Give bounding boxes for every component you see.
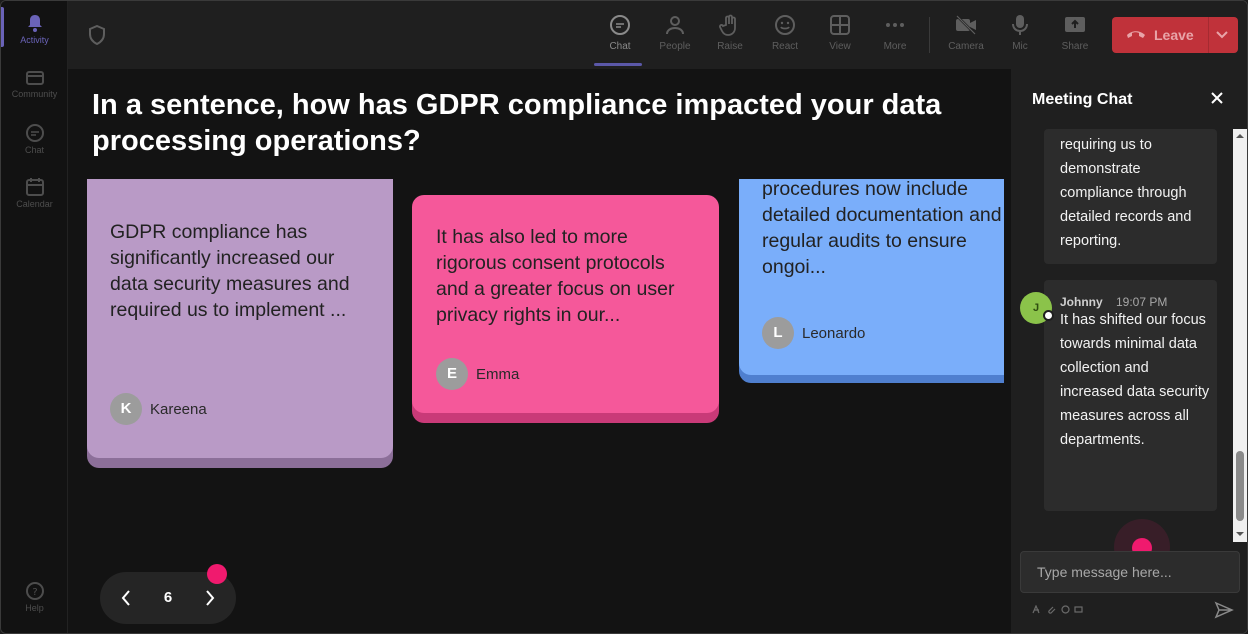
meeting-app: Activity Community Chat Calendar ? Help … [0,0,1248,634]
toolbar-chat-button[interactable]: Chat [594,13,642,66]
chat-title: Meeting Chat [1032,91,1133,108]
rail-item-activity[interactable]: Activity [1,7,68,47]
status-indicator [1043,310,1054,321]
community-icon [25,71,44,85]
scroll-down-icon[interactable] [1236,530,1244,538]
chat-icon [25,124,44,142]
chevron-down-icon[interactable] [1214,28,1230,42]
response-text: It has also led to more rigorous consent… [436,226,675,326]
toolbar-label: More [883,41,907,52]
rail-item-calendar[interactable]: Calendar [1,177,68,209]
left-rail: Activity Community Chat Calendar ? Help [1,1,68,633]
shield-icon[interactable] [88,25,106,45]
toolbar-label: Chat [609,41,631,52]
chevron-right-icon[interactable] [202,588,218,608]
rail-item-label: Help [25,603,44,613]
rail-item-label: Calendar [16,199,53,209]
toolbar-view-button[interactable]: View [818,13,862,52]
author-name: Emma [476,366,520,383]
rail-item-community[interactable]: Community [1,69,68,99]
chat-icon [610,15,630,35]
toolbar-mic-button[interactable]: Mic [998,13,1042,52]
bell-icon [27,15,42,32]
toolbar-label: React [771,41,799,52]
avatar: L [762,317,794,349]
leave-button[interactable]: Leave [1112,17,1238,53]
response-text: procedures now include detailed document… [762,179,1002,278]
rail-item-label: Activity [20,35,49,45]
toolbar-label: Mic [1012,41,1028,52]
scrollbar-thumb[interactable] [1236,451,1244,521]
question-title: In a sentence, how has GDPR compliance i… [92,89,942,157]
response-card[interactable]: It has also led to more rigorous consent… [412,195,719,413]
attach-icon[interactable] [1047,605,1056,614]
help-icon: ? [25,582,44,600]
toolbar-divider [929,17,930,53]
chat-message-input[interactable] [1020,551,1240,593]
cursor-indicator [207,564,227,584]
author-name: Kareena [150,401,207,418]
camera-off-icon [956,15,976,35]
chat-scrollbar[interactable] [1233,129,1247,542]
chevron-left-icon[interactable] [118,588,134,608]
hang-up-icon [1127,31,1145,38]
toolbar-label: Share [1061,41,1089,52]
rail-item-label: Community [11,89,58,99]
avatar: K [110,393,142,425]
raise-hand-icon [719,14,736,36]
smiley-icon [775,15,795,35]
toolbar-camera-button[interactable]: Camera [944,13,988,52]
meeting-toolbar: Chat People Raise React View More Camera [68,1,1247,69]
chat-message: requiring us to demonstrate compliance t… [1044,129,1217,264]
grid-icon [830,15,850,35]
scroll-up-icon[interactable] [1236,132,1244,140]
more-icon [886,23,904,27]
page-number: 6 [163,589,173,606]
toolbar-label: Raise [717,41,743,52]
toolbar-share-button[interactable]: Share [1053,13,1097,52]
close-icon[interactable] [1210,91,1224,105]
send-icon[interactable] [1214,601,1234,619]
toolbar-people-button[interactable]: People [653,13,697,52]
toolbar-raise-button[interactable]: Raise [708,13,752,52]
svg-text:?: ? [32,587,37,598]
avatar: E [436,358,468,390]
toolbar-more-button[interactable]: More [873,13,917,52]
gif-icon[interactable] [1074,605,1083,614]
rail-item-help[interactable]: ? Help [1,581,68,613]
toolbar-label: View [829,41,851,52]
message-text: requiring us to demonstrate compliance t… [1060,137,1192,249]
rail-item-label: Chat [24,145,44,155]
leave-divider [1208,17,1209,53]
meeting-chat-panel: Meeting Chat requiring us to demonstrate… [1011,69,1247,633]
response-card[interactable]: procedures now include detailed document… [739,179,1004,375]
format-icon[interactable] [1032,605,1041,614]
calendar-icon [25,178,44,196]
mic-icon [1012,15,1028,35]
leave-label: Leave [1154,27,1194,43]
toolbar-label: Camera [948,41,984,52]
toolbar-react-button[interactable]: React [763,13,807,52]
chat-message: Johnny 19:07 PM It has shifted our focus… [1044,280,1217,511]
rail-item-chat[interactable]: Chat [1,123,68,155]
response-card[interactable]: GDPR compliance has significantly increa… [87,179,393,458]
toolbar-label: People [659,41,691,52]
share-icon [1065,17,1085,32]
response-text: GDPR compliance has significantly increa… [110,221,350,321]
people-icon [666,16,684,35]
message-text: It has shifted our focus towards minimal… [1060,312,1210,448]
author-name: Leonardo [802,325,866,342]
emoji-icon[interactable] [1061,605,1070,614]
